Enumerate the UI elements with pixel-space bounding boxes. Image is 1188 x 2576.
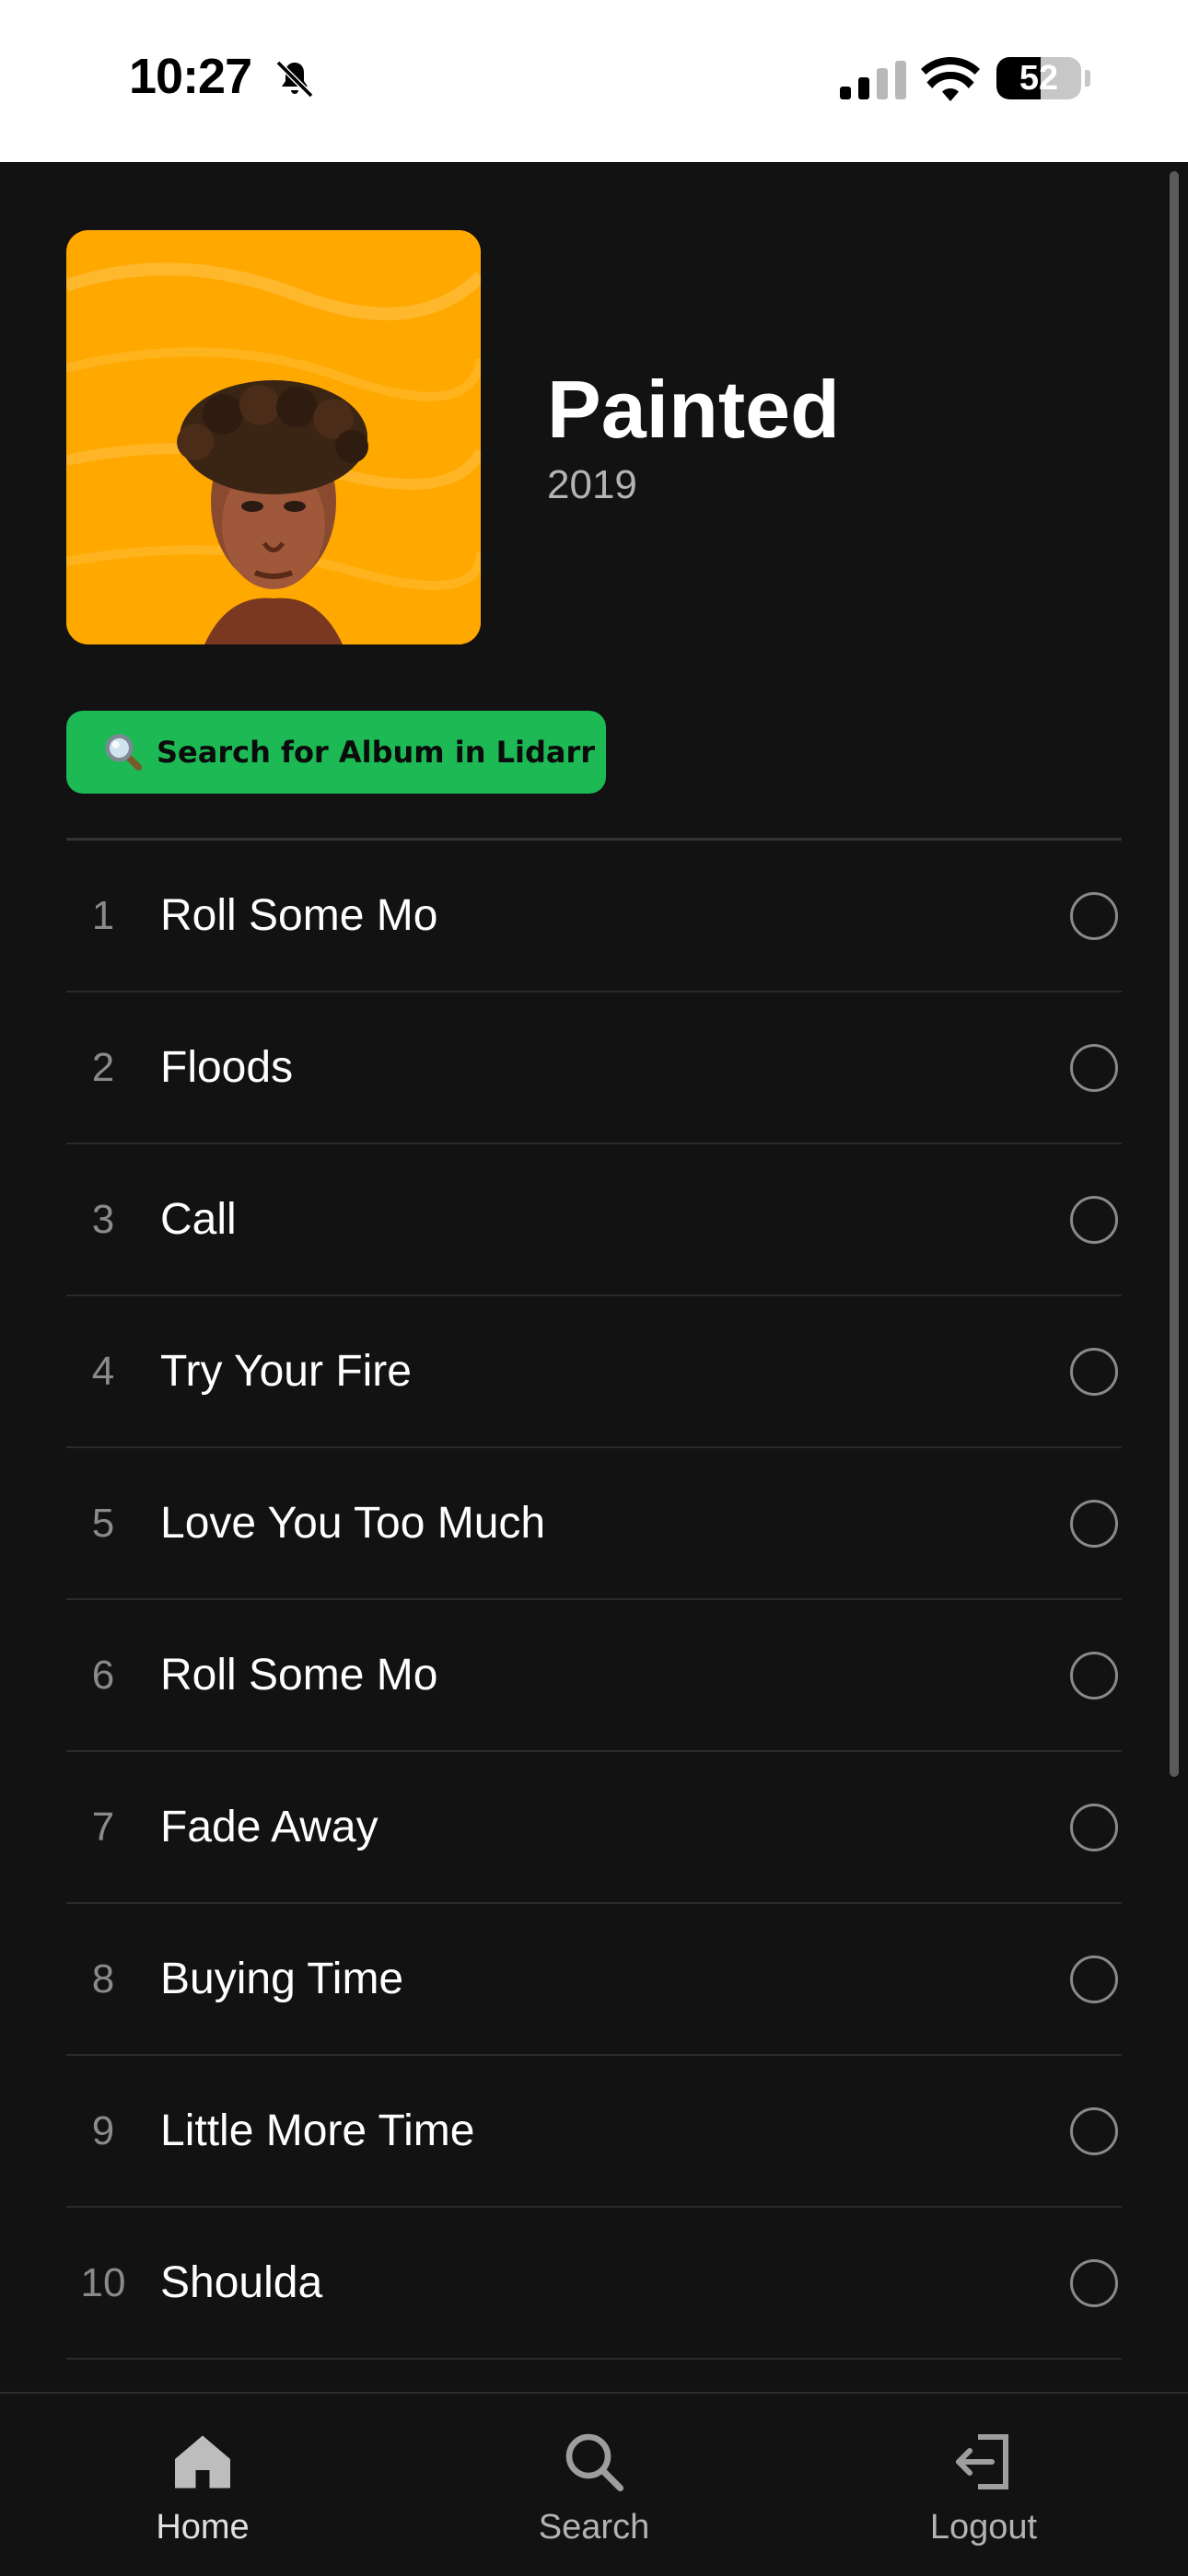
cellular-signal-icon — [840, 61, 906, 99]
track-name: Shoulda — [160, 2258, 323, 2307]
track-row[interactable]: 5 Love You Too Much — [66, 1448, 1122, 1600]
track-select-radio[interactable] — [1070, 1955, 1118, 2003]
status-bar: 10:27 52 — [0, 0, 1188, 162]
track-select-radio[interactable] — [1070, 1652, 1118, 1700]
track-select-radio[interactable] — [1070, 1196, 1118, 1244]
tab-home[interactable]: Home — [64, 2394, 341, 2576]
tab-search-label: Search — [538, 2508, 650, 2547]
track-name: Try Your Fire — [160, 1347, 412, 1396]
track-select-radio[interactable] — [1070, 1044, 1118, 1092]
track-name: Buying Time — [160, 1955, 404, 2003]
search-icon — [565, 2433, 624, 2492]
search-lidarr-label: Search for Album in Lidarr — [157, 735, 596, 770]
battery-icon: 52 — [996, 57, 1081, 99]
scrollbar[interactable] — [1170, 171, 1179, 1777]
logout-icon — [956, 2434, 1008, 2489]
tracklist: 1 Roll Some Mo 2 Floods 3 Call 4 Try You… — [66, 841, 1122, 2360]
battery-nub — [1085, 70, 1090, 87]
track-select-radio[interactable] — [1070, 892, 1118, 940]
tab-logout[interactable]: Logout — [845, 2394, 1122, 2576]
track-row[interactable]: 4 Try Your Fire — [66, 1296, 1122, 1448]
home-icon — [175, 2435, 230, 2489]
album-year: 2019 — [547, 462, 637, 507]
track-number: 1 — [91, 893, 115, 938]
tab-logout-label: Logout — [929, 2508, 1038, 2547]
track-row[interactable]: 6 Roll Some Mo — [66, 1600, 1122, 1752]
track-select-radio[interactable] — [1070, 1804, 1118, 1851]
album-cover — [66, 230, 481, 644]
track-name: Call — [160, 1195, 237, 1244]
track-name: Roll Some Mo — [160, 891, 438, 940]
track-number: 10 — [80, 2260, 126, 2305]
album-cover-artwork — [66, 230, 481, 644]
track-number: 8 — [91, 1956, 115, 2002]
tab-search[interactable]: Search — [456, 2394, 732, 2576]
album-detail-view[interactable]: Painted 2019 Search for Album in Lidarr … — [0, 162, 1188, 2392]
track-row[interactable]: 9 Little More Time — [66, 2056, 1122, 2208]
track-row[interactable]: 3 Call — [66, 1144, 1122, 1296]
track-number: 3 — [91, 1197, 115, 1242]
bell-slash-icon — [275, 60, 314, 99]
magnifying-glass-icon — [105, 734, 143, 772]
search-lidarr-button[interactable]: Search for Album in Lidarr — [66, 711, 606, 794]
track-row[interactable]: 7 Fade Away — [66, 1752, 1122, 1904]
track-name: Love You Too Much — [160, 1499, 546, 1548]
wifi-icon — [921, 57, 980, 101]
album-title: Painted — [547, 364, 840, 455]
track-number: 4 — [91, 1349, 115, 1394]
track-row[interactable]: 8 Buying Time — [66, 1904, 1122, 2056]
track-select-radio[interactable] — [1070, 2107, 1118, 2155]
track-row[interactable]: 1 Roll Some Mo — [66, 841, 1122, 992]
track-number: 7 — [91, 1804, 115, 1850]
track-select-radio[interactable] — [1070, 1500, 1118, 1548]
track-select-radio[interactable] — [1070, 2259, 1118, 2307]
track-name: Little More Time — [160, 2106, 475, 2155]
track-number: 6 — [91, 1653, 115, 1698]
track-number: 5 — [91, 1501, 115, 1546]
track-number: 9 — [91, 2108, 115, 2153]
track-name: Fade Away — [160, 1803, 379, 1851]
track-row[interactable]: 2 Floods — [66, 992, 1122, 1144]
track-select-radio[interactable] — [1070, 1348, 1118, 1396]
tab-home-label: Home — [156, 2508, 250, 2547]
battery-percent: 52 — [1019, 59, 1059, 98]
status-time: 10:27 — [129, 49, 252, 104]
track-name: Roll Some Mo — [160, 1651, 438, 1700]
tab-bar: Home Search Logout — [0, 2392, 1188, 2574]
track-name: Floods — [160, 1043, 294, 1092]
track-row[interactable]: 10 Shoulda — [66, 2208, 1122, 2360]
track-number: 2 — [91, 1045, 115, 1090]
